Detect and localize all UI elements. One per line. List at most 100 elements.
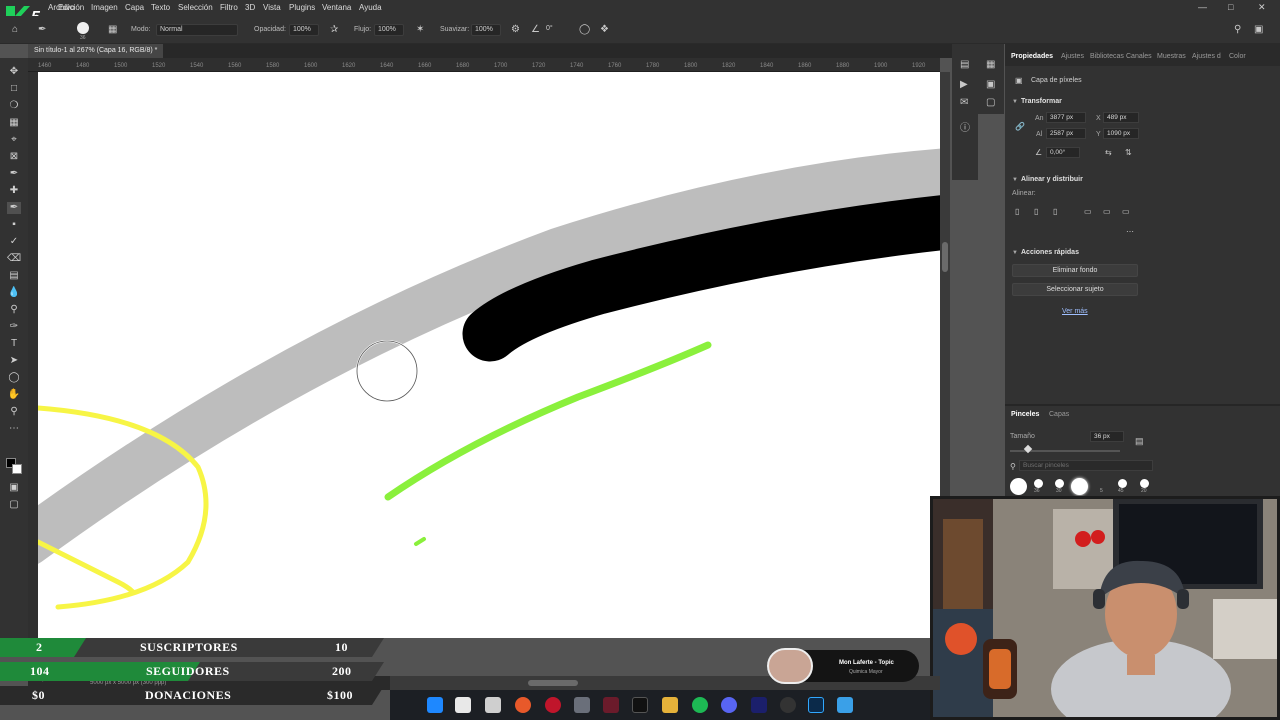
menu-imagen[interactable]: Imagen (91, 3, 118, 12)
brush-preset-6[interactable] (1140, 479, 1149, 488)
tiktok-icon[interactable] (632, 697, 648, 713)
tab-muestras[interactable]: Muestras (1157, 53, 1186, 60)
more-options-icon[interactable]: ⋯ (1126, 227, 1134, 237)
angle-field[interactable]: 0° (543, 24, 565, 36)
menu-seleccion[interactable]: Selección (178, 3, 213, 12)
type-tool-icon[interactable]: T (7, 338, 21, 350)
chevron-down-icon[interactable]: ▼ (1012, 99, 1018, 105)
opacity-field[interactable]: 100% (289, 24, 319, 36)
chevron-down-icon[interactable]: ▼ (1012, 177, 1018, 183)
workspace-icon[interactable]: ▣ (1254, 25, 1263, 35)
brush-preset-1[interactable] (1010, 478, 1027, 495)
drawing-app-icon[interactable] (837, 697, 853, 713)
chevron-down-icon[interactable]: ▼ (1012, 250, 1018, 256)
tab-ajustes-d[interactable]: Ajustes d (1192, 53, 1221, 60)
comments-icon[interactable]: ✉ (960, 98, 968, 108)
brush-preset-2[interactable] (1034, 479, 1043, 488)
calendar-icon[interactable] (485, 697, 501, 713)
y-field[interactable]: 1090 px (1103, 128, 1139, 139)
properties-panel-icon[interactable]: ▦ (986, 60, 995, 70)
photoshop-icon[interactable] (808, 697, 824, 713)
new-brush-icon[interactable]: ▤ (1135, 436, 1144, 446)
tab-pinceles[interactable]: Pinceles (1011, 411, 1039, 418)
tab-canales[interactable]: Canales (1126, 53, 1152, 60)
menu-3d[interactable]: 3D (245, 3, 255, 12)
size-field[interactable]: 36 px (1090, 431, 1124, 442)
menu-vista[interactable]: Vista (263, 3, 281, 12)
document-tab[interactable]: Sin título-1 al 267% (Capa 16, RGB/8) * (28, 44, 164, 58)
browser-icon[interactable] (515, 697, 531, 713)
close-icon[interactable]: ✕ (1258, 2, 1266, 13)
align-left-icon[interactable]: ▯ (1015, 207, 1019, 217)
tab-bibliotecas[interactable]: Bibliotecas (1090, 53, 1124, 60)
media-app-icon[interactable] (603, 697, 619, 713)
flow-field[interactable]: 100% (374, 24, 404, 36)
steam-icon[interactable] (574, 697, 590, 713)
menu-texto[interactable]: Texto (151, 3, 170, 12)
eraser-tool-icon[interactable]: ⌫ (7, 253, 21, 265)
brush-preset-5[interactable] (1118, 479, 1127, 488)
smooth-field[interactable]: 100% (471, 24, 501, 36)
background-color-swatch[interactable] (12, 464, 22, 474)
pressure-opacity-icon[interactable]: ✰ (330, 25, 338, 35)
brush-preset-3[interactable] (1055, 479, 1064, 488)
zoom-tool-icon[interactable]: ⚲ (7, 406, 21, 418)
actions-play-icon[interactable]: ▶ (960, 80, 968, 90)
hscroll-thumb[interactable] (528, 680, 578, 686)
brush-tool-active-icon[interactable]: ✒ (7, 202, 21, 214)
eyedropper-tool-icon[interactable]: ✒ (7, 168, 21, 180)
tab-ajustes[interactable]: Ajustes (1061, 53, 1084, 60)
home-icon[interactable]: ⌂ (12, 25, 18, 35)
brush-preset-4[interactable] (1071, 478, 1088, 495)
minimize-icon[interactable]: — (1198, 2, 1207, 12)
frame-tool-icon[interactable]: ⊠ (7, 151, 21, 163)
mode-select[interactable]: Normal (156, 24, 238, 36)
align-top-icon[interactable]: ▭ (1084, 207, 1092, 217)
menu-ventana[interactable]: Ventana (322, 3, 351, 12)
brush-tool-icon[interactable]: ✒ (38, 25, 46, 35)
move-tool-icon[interactable]: ✥ (7, 66, 21, 78)
height-field[interactable]: 2587 px (1046, 128, 1086, 139)
tab-capas[interactable]: Capas (1049, 411, 1069, 418)
editor-app-icon[interactable] (751, 697, 767, 713)
tab-propiedades[interactable]: Propiedades (1011, 53, 1053, 60)
pressure-size-icon[interactable]: ◯ (579, 25, 590, 35)
discord-icon[interactable] (721, 697, 737, 713)
object-select-tool-icon[interactable]: ▦ (7, 117, 21, 129)
smoothing-gear-icon[interactable]: ⚙ (511, 25, 520, 35)
hand-tool-icon[interactable]: ✋ (7, 389, 21, 401)
spotify-icon[interactable] (692, 697, 708, 713)
brush-preview-icon[interactable] (77, 22, 89, 34)
gradient-tool-icon[interactable]: ▤ (7, 270, 21, 282)
align-bottom-icon[interactable]: ▭ (1122, 207, 1130, 217)
quick-mask-icon[interactable]: ▣ (7, 482, 21, 494)
menu-ayuda[interactable]: Ayuda (359, 3, 382, 12)
brush-settings-icon[interactable]: ▦ (108, 25, 117, 35)
stamp-tool-icon[interactable]: ▪ (7, 219, 21, 231)
red-app-icon[interactable] (545, 697, 561, 713)
align-right-icon[interactable]: ▯ (1053, 207, 1057, 217)
menu-filtro[interactable]: Filtro (220, 3, 238, 12)
document-canvas[interactable] (38, 72, 940, 638)
lasso-tool-icon[interactable]: ❍ (7, 100, 21, 112)
adjustments-panel-icon[interactable]: ▣ (986, 80, 995, 90)
select-subject-button[interactable]: Seleccionar sujeto (1012, 283, 1138, 296)
obs-icon[interactable] (780, 697, 796, 713)
align-center-h-icon[interactable]: ▯ (1034, 207, 1038, 217)
screen-mode-icon[interactable]: ▢ (7, 499, 21, 511)
menu-edicion[interactable]: Edición (58, 3, 84, 12)
crop-tool-icon[interactable]: ⌖ (7, 134, 21, 146)
menu-capa[interactable]: Capa (125, 3, 144, 12)
see-more-link[interactable]: Ver más (1062, 308, 1088, 315)
info-icon[interactable]: ⓘ (960, 124, 970, 134)
flip-horizontal-icon[interactable]: ⇆ (1105, 148, 1112, 158)
history-brush-icon[interactable]: ✓ (7, 236, 21, 248)
width-field[interactable]: 3877 px (1046, 112, 1086, 123)
start-icon[interactable] (427, 697, 443, 713)
blur-tool-icon[interactable]: 💧 (7, 287, 21, 299)
brush-search-input[interactable]: Buscar pinceles (1019, 460, 1153, 471)
libraries-panel-icon[interactable]: ▢ (986, 98, 995, 108)
scroll-thumb[interactable] (942, 242, 948, 272)
symmetry-icon[interactable]: ❖ (600, 25, 609, 35)
history-panel-icon[interactable]: ▤ (960, 60, 969, 70)
